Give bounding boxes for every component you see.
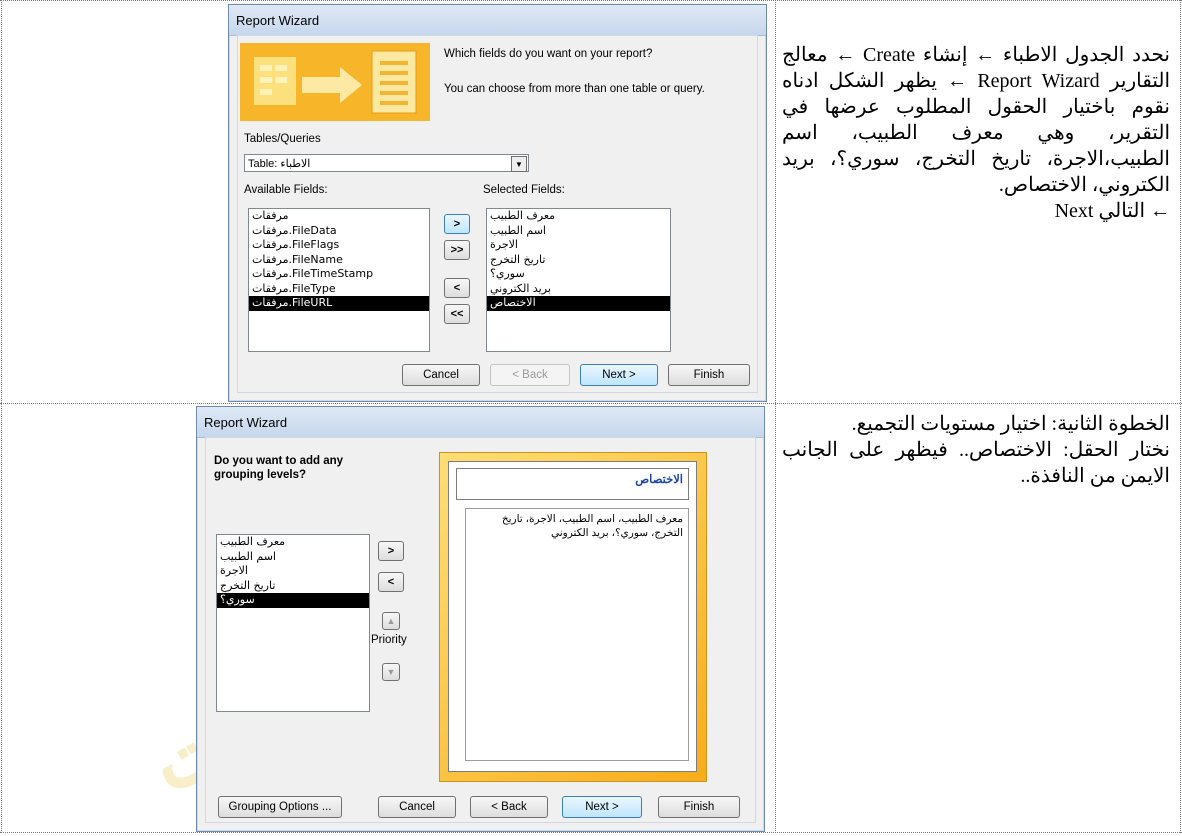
report-wizard-dialog-fields: Report Wizard Which fields do you want o…	[228, 4, 767, 402]
preview-group-heading: الاختصاص	[456, 468, 689, 500]
table-border	[1180, 0, 1181, 833]
step2-title: الخطوة الثانية: اختيار مستويات التجميع.	[851, 413, 1170, 435]
tables-queries-label: Tables/Queries	[244, 133, 321, 145]
table-border	[0, 403, 1182, 404]
list-item[interactable]: مرفقات.FileType	[249, 282, 429, 297]
list-item[interactable]: مرفقات	[249, 209, 429, 224]
list-item[interactable]: الاجرة	[217, 564, 369, 579]
list-item-selected[interactable]: سوري؟	[217, 593, 369, 608]
grouping-fields-list[interactable]: معرف الطبيب اسم الطبيب الاجرة تاريخ التخ…	[216, 534, 370, 712]
finish-button[interactable]: Finish	[668, 364, 750, 386]
list-item[interactable]: تاريخ التخرج	[487, 253, 670, 268]
cancel-button[interactable]: Cancel	[402, 364, 480, 386]
hint-text: You can choose from more than one table …	[444, 83, 705, 95]
list-item[interactable]: مرفقات.FileTimeStamp	[249, 267, 429, 282]
selected-fields-label: Selected Fields:	[483, 184, 565, 196]
list-item[interactable]: بريد الكتروني	[487, 282, 670, 297]
step1-text: نحدد الجدول الاطباء ← إنشاء Create ← معا…	[782, 44, 1171, 196]
remove-grouping-button[interactable]: <	[378, 572, 404, 592]
chevron-down-icon[interactable]: ▼	[511, 156, 527, 172]
priority-down-icon[interactable]: ▼	[382, 663, 400, 681]
list-item[interactable]: مرفقات.FileData	[249, 224, 429, 239]
remove-field-button[interactable]: <	[444, 278, 470, 298]
tables-queries-value: Table: الاطباء	[248, 158, 311, 170]
priority-up-icon[interactable]: ▲	[382, 612, 400, 630]
dialog-title: Report Wizard	[204, 415, 288, 430]
preview-detail-fields: معرف الطبيب، اسم الطبيب، الاجرة، تاريخ ا…	[465, 508, 689, 761]
question-text: Do you want to add any grouping levels?	[214, 455, 344, 481]
question-text: Which fields do you want on your report?	[444, 48, 653, 60]
list-item[interactable]: معرف الطبيب	[487, 209, 670, 224]
grouping-options-button[interactable]: Grouping Options ...	[218, 796, 342, 818]
list-item-selected[interactable]: مرفقات.FileURL	[249, 296, 429, 311]
table-border	[1, 0, 2, 833]
title-bar: Report Wizard	[229, 5, 766, 36]
step1-instructions: نحدد الجدول الاطباء ← إنشاء Create ← معا…	[782, 42, 1170, 224]
tables-queries-select[interactable]: Table: الاطباء ▼	[244, 154, 529, 172]
report-wizard-dialog-grouping: Report Wizard Do you want to add any gro…	[196, 406, 765, 832]
wizard-illustration-icon	[240, 43, 430, 121]
list-item[interactable]: مرفقات.FileFlags	[249, 238, 429, 253]
cancel-button[interactable]: Cancel	[378, 796, 456, 818]
title-bar: Report Wizard	[197, 407, 764, 438]
list-item[interactable]: اسم الطبيب	[487, 224, 670, 239]
dialog-body: Do you want to add any grouping levels? …	[205, 437, 756, 823]
next-button[interactable]: Next >	[562, 796, 642, 818]
remove-all-fields-button[interactable]: <<	[444, 304, 470, 324]
list-item[interactable]: تاريخ التخرج	[217, 579, 369, 594]
table-border	[775, 0, 776, 833]
list-item[interactable]: مرفقات.FileName	[249, 253, 429, 268]
step2-instructions: الخطوة الثانية: اختيار مستويات التجميع. …	[782, 411, 1170, 489]
list-item[interactable]: معرف الطبيب	[217, 535, 369, 550]
preview-page: الاختصاص معرف الطبيب، اسم الطبيب، الاجرة…	[448, 461, 697, 772]
back-button[interactable]: < Back	[470, 796, 548, 818]
dialog-body: Which fields do you want on your report?…	[237, 35, 758, 393]
list-item-selected[interactable]: الاختصاص	[487, 296, 670, 311]
step1-next-text: ← التالي Next	[1054, 200, 1170, 222]
available-fields-list[interactable]: مرفقات مرفقات.FileData مرفقات.FileFlags …	[248, 208, 430, 352]
finish-button[interactable]: Finish	[658, 796, 740, 818]
add-field-button[interactable]: >	[444, 214, 470, 234]
table-border	[0, 0, 1182, 1]
selected-fields-list[interactable]: معرف الطبيب اسم الطبيب الاجرة تاريخ التخ…	[486, 208, 671, 352]
step2-body: نختار الحقل: الاختصاص.. فيظهر على الجانب…	[782, 439, 1170, 487]
add-grouping-button[interactable]: >	[378, 541, 404, 561]
table-border	[0, 832, 1182, 833]
report-preview: الاختصاص معرف الطبيب، اسم الطبيب، الاجرة…	[439, 452, 707, 782]
dialog-title: Report Wizard	[236, 13, 320, 28]
next-button[interactable]: Next >	[580, 364, 658, 386]
list-item[interactable]: اسم الطبيب	[217, 550, 369, 565]
priority-label: Priority	[371, 634, 407, 646]
available-fields-label: Available Fields:	[244, 184, 328, 196]
add-all-fields-button[interactable]: >>	[444, 240, 470, 260]
list-item[interactable]: سوري؟	[487, 267, 670, 282]
back-button[interactable]: < Back	[490, 364, 570, 386]
list-item[interactable]: الاجرة	[487, 238, 670, 253]
